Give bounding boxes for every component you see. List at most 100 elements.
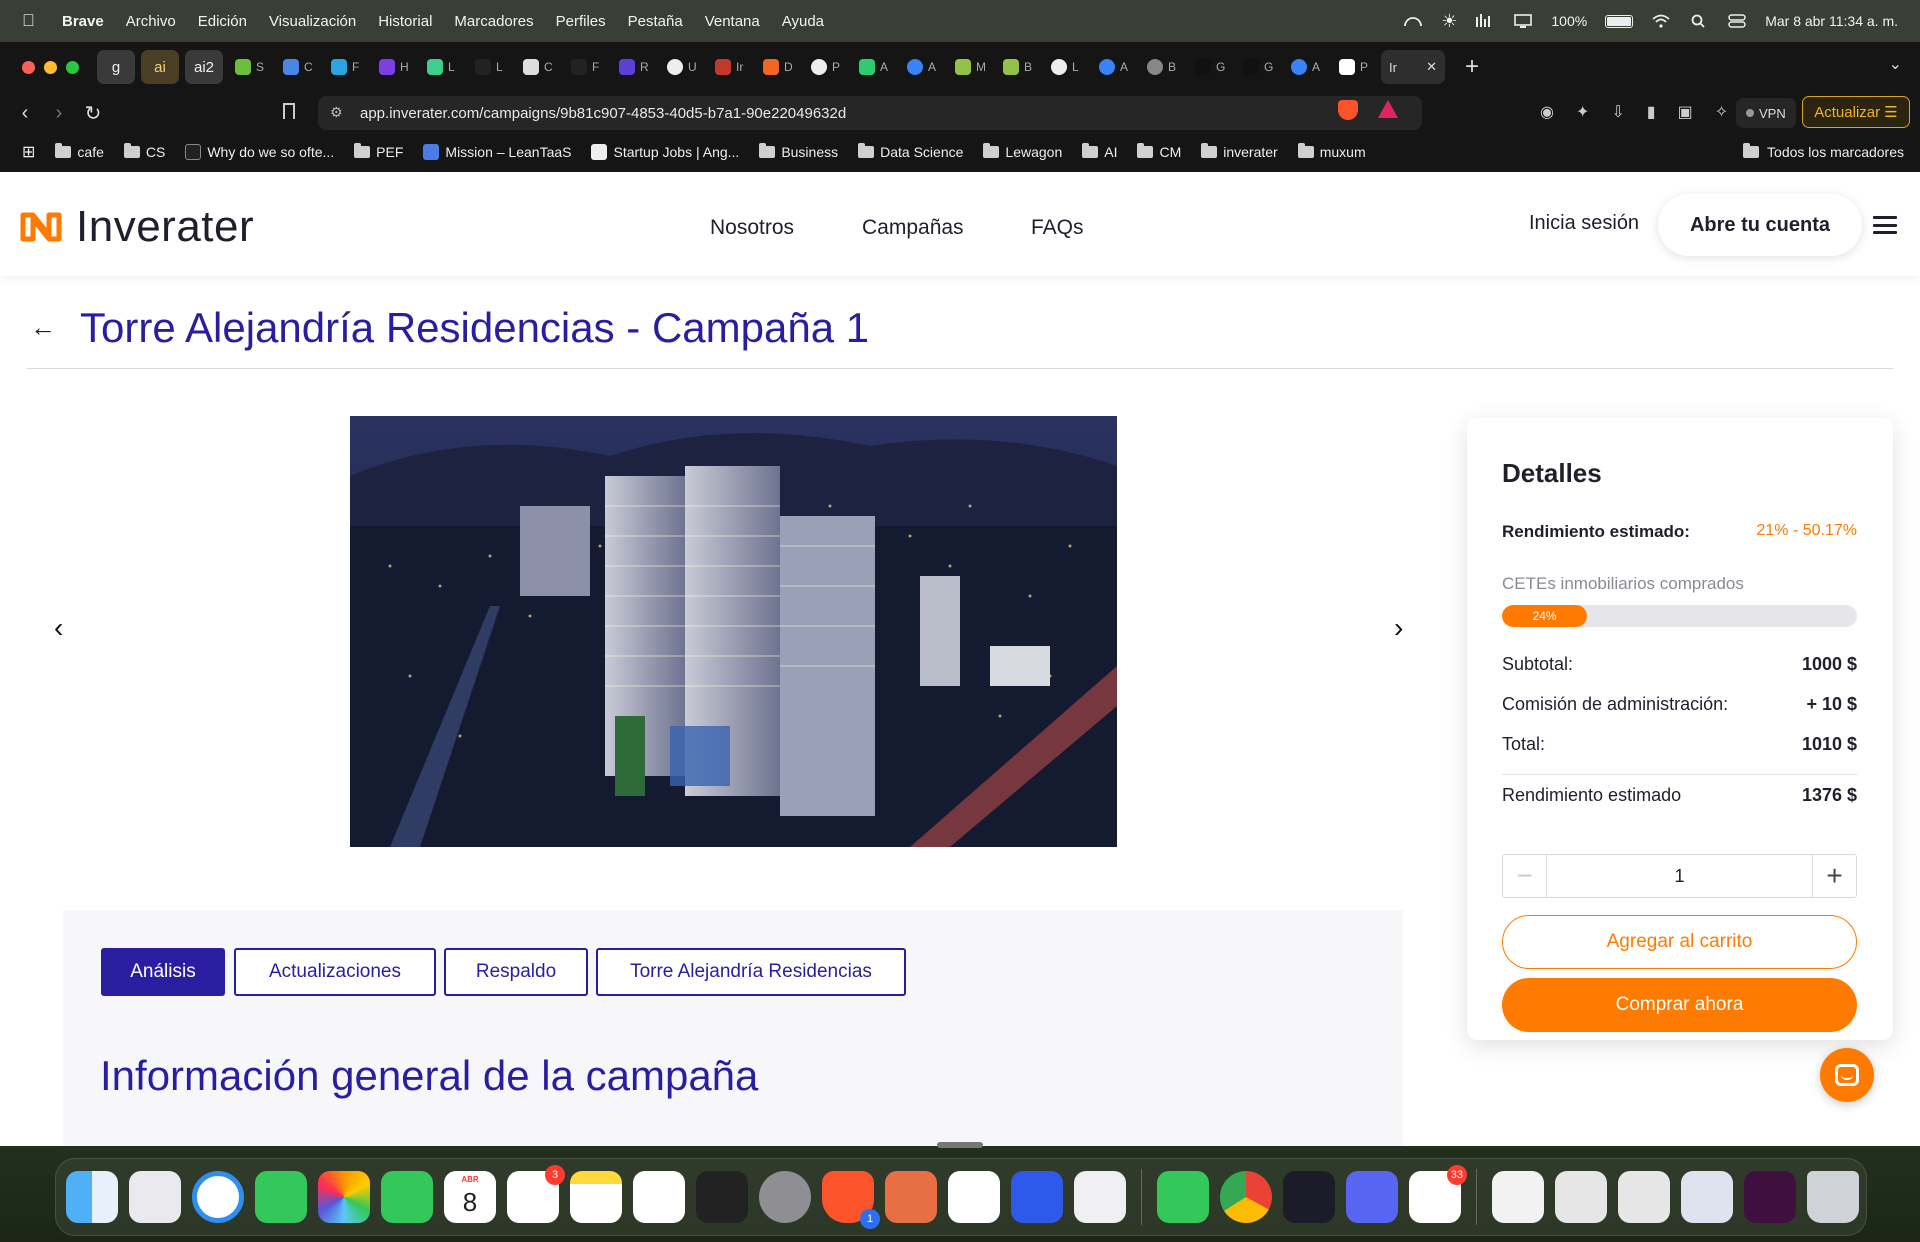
browser-tab[interactable]: M [949,50,997,84]
browser-window-icon[interactable] [1681,1171,1733,1223]
bookmark-folder[interactable]: cafe [55,143,104,160]
browser-tab[interactable]: B [997,50,1045,84]
bookmark-link[interactable]: Startup Jobs | Ang... [591,144,739,160]
browser-tab[interactable]: A [1285,50,1333,84]
tab-list-chevron-icon[interactable]: ⌄ [1889,54,1902,74]
menu-perfiles[interactable]: Perfiles [556,13,606,30]
chat-support-button[interactable] [1820,1048,1874,1102]
close-tab-icon[interactable]: ✕ [1426,59,1437,75]
finder-icon[interactable] [66,1171,118,1223]
bookmark-link[interactable]: Mission – LeanTaaS [423,144,571,160]
nav-faqs[interactable]: FAQs [1031,216,1084,240]
pinned-tab-ai[interactable]: ai [141,50,179,84]
bookmark-folder[interactable]: Business [759,143,838,160]
vpn-button[interactable]: VPN [1736,98,1796,128]
menu-pestana[interactable]: Pestaña [628,13,683,30]
browser-tab[interactable]: P [805,50,853,84]
tab-respaldo[interactable]: Respaldo [444,948,588,996]
menu-historial[interactable]: Historial [378,13,432,30]
slack-window-icon[interactable] [1744,1171,1796,1223]
bookmark-folder[interactable]: CM [1137,143,1181,160]
menu-archivo[interactable]: Archivo [126,13,176,30]
screenshot-icon[interactable]: ◉ [1540,102,1554,122]
site-settings-icon[interactable]: ⚙ [330,104,343,121]
new-tab-button[interactable]: + [1465,53,1479,81]
tab-torre-alejandria[interactable]: Torre Alejandría Residencias [596,948,906,996]
add-to-cart-button[interactable]: Agregar al carrito [1502,915,1857,969]
perplexity-icon[interactable] [885,1171,937,1223]
carousel-prev-icon[interactable]: ‹ [54,612,63,644]
bookmark-folder[interactable]: CS [123,143,165,160]
bookmark-folder[interactable]: Lewagon [983,143,1062,160]
all-bookmarks-folder[interactable]: Todos los marcadores [1743,143,1904,160]
slack-icon[interactable]: 33 [1409,1165,1467,1223]
bookmark-folder[interactable]: muxum [1297,143,1366,160]
browser-tab[interactable]: S [229,50,277,84]
chrome-icon[interactable] [1220,1171,1272,1223]
browser-tab[interactable]: G [1189,50,1237,84]
reminders-icon[interactable]: 3 [507,1165,565,1223]
menu-marcadores[interactable]: Marcadores [454,13,533,30]
menu-ayuda[interactable]: Ayuda [782,13,824,30]
extensions-icon[interactable]: ✦ [1576,102,1589,122]
wallet-icon[interactable]: ▣ [1678,102,1693,122]
brave-browser-icon[interactable]: 1 [822,1171,880,1229]
decrement-button[interactable]: − [1503,855,1547,897]
tab-analisis[interactable]: Análisis [101,948,225,996]
spreadsheet-window-icon[interactable] [1618,1171,1670,1223]
audio-app-icon[interactable] [1283,1171,1335,1223]
browser-tab[interactable]: C [517,50,565,84]
site-logo[interactable]: Inverater [20,202,254,252]
bookmark-folder[interactable]: Data Science [858,143,963,160]
reload-button[interactable]: ↻ [76,101,110,126]
downloads-icon[interactable]: ⇩ [1611,102,1624,122]
browser-tab[interactable]: P [1333,50,1381,84]
downloads-stack-icon[interactable] [1492,1171,1544,1223]
browser-tab[interactable]: R [613,50,661,84]
carousel-next-icon[interactable]: › [1394,612,1403,644]
browser-tab[interactable]: F [565,50,613,84]
display-icon[interactable] [1513,14,1533,28]
login-link[interactable]: Inicia sesión [1529,212,1639,235]
spotlight-search-icon[interactable] [1689,14,1709,28]
pinned-tab-g[interactable]: g [97,50,135,84]
browser-tab[interactable]: Ir [709,50,757,84]
active-tab[interactable]: Ir ✕ [1381,50,1445,84]
notes-icon[interactable] [570,1171,622,1223]
window-resize-handle[interactable] [937,1142,983,1148]
bookmark-folder[interactable]: AI [1082,143,1117,160]
browser-tab[interactable]: G [1237,50,1285,84]
trash-icon[interactable] [1807,1171,1859,1223]
nav-nosotros[interactable]: Nosotros [710,216,794,240]
spreadsheet-window-icon[interactable] [1555,1171,1607,1223]
facetime-icon[interactable] [381,1171,433,1223]
nav-campanas[interactable]: Campañas [862,216,964,240]
apps-grid-icon[interactable]: ⊞ [22,142,35,162]
numbers-icon[interactable] [1157,1171,1209,1223]
close-window-button[interactable] [22,60,35,74]
hamburger-menu-icon[interactable] [1873,216,1897,234]
browser-tab[interactable]: D [757,50,805,84]
brightness-icon[interactable]: ☀ [1441,11,1457,32]
browser-tab[interactable]: H [373,50,421,84]
system-settings-icon[interactable] [759,1171,811,1223]
chatgpt-icon[interactable] [948,1171,1000,1223]
activity-monitor-icon[interactable] [696,1171,748,1223]
menu-visualizacion[interactable]: Visualización [269,13,356,30]
browser-tab[interactable]: A [1093,50,1141,84]
url-bar[interactable]: ⚙ app.inverater.com/campaigns/9b81c907-4… [318,96,1422,130]
menu-datetime[interactable]: Mar 8 abr 11:34 a. m. [1765,13,1898,29]
open-account-button[interactable]: Abre tu cuenta [1658,194,1862,256]
minimize-window-button[interactable] [44,60,57,74]
bookmark-folder[interactable]: PEF [354,143,403,160]
safari-icon[interactable] [192,1171,244,1223]
brave-shields-icon[interactable] [1338,100,1358,120]
audio-levels-icon[interactable] [1475,14,1495,28]
cloud-status-icon[interactable] [1403,14,1423,28]
bookmark-link[interactable]: Why do we so ofte... [185,144,334,160]
sidebar-icon[interactable]: ▮ [1647,102,1656,122]
browser-tab[interactable]: A [853,50,901,84]
browser-tab[interactable]: U [661,50,709,84]
messages-icon[interactable] [255,1171,307,1223]
browser-tab[interactable]: F [325,50,373,84]
